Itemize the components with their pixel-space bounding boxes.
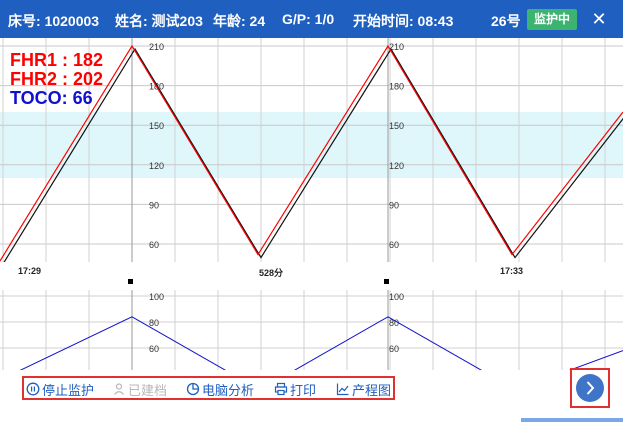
fhr-axis-label: 90: [149, 200, 159, 210]
gravida-para: G/P: 1/0: [282, 11, 335, 27]
toco-axis-label: 60: [389, 344, 399, 354]
archived-label: 已建档: [128, 382, 168, 398]
toco-value: TOCO: 66: [10, 88, 93, 108]
fhr-axis-label: 210: [149, 42, 164, 52]
toco-axis-label: 80: [149, 318, 159, 328]
bed-index: 26号: [491, 13, 521, 29]
fhr-axis-label: 150: [149, 121, 164, 131]
chevron-right-icon: [586, 381, 595, 395]
event-marker: [384, 279, 389, 284]
partogram-button[interactable]: 产程图: [336, 380, 391, 398]
fetal-monitor-app: 床号: 1020003 姓名: 测试203 年龄: 24 G/P: 1/0 开始…: [0, 0, 623, 422]
status-badge: 监护中: [527, 9, 577, 30]
header-bar: 床号: 1020003 姓名: 测试203 年龄: 24 G/P: 1/0 开始…: [0, 0, 623, 38]
pie-chart-icon: [186, 382, 200, 396]
print-label: 打印: [290, 382, 317, 398]
fhr-axis-label: 60: [149, 240, 159, 250]
time-strip: [0, 262, 623, 290]
line-chart-icon: [336, 383, 349, 396]
fhr-axis-label: 150: [389, 121, 404, 131]
start-time: 开始时间: 08:43: [353, 13, 454, 29]
time-label-left: 17:29: [18, 266, 42, 276]
toco-axis-label: 60: [149, 344, 159, 354]
time-label-center: 528分: [259, 268, 284, 278]
toco-trace: [19, 316, 623, 370]
fhr-axis-label: 60: [389, 240, 399, 250]
toco-chart-svg: 100100808060604040: [0, 290, 623, 370]
scroll-progress: [521, 418, 623, 422]
computer-analysis-label: 电脑分析: [202, 382, 255, 398]
computer-analysis-button[interactable]: 电脑分析: [186, 380, 254, 398]
event-marker: [128, 279, 133, 284]
action-toolbar: 停止监护 已建档 电脑分析 打印 产程图: [22, 376, 395, 400]
toco-axis-label: 80: [389, 318, 399, 328]
patient-age: 年龄: 24: [213, 13, 266, 29]
partogram-label: 产程图: [352, 382, 392, 398]
toco-chart: 100100808060604040: [0, 290, 623, 370]
stop-monitoring-button[interactable]: 停止监护: [26, 380, 94, 398]
fhr-axis-label: 120: [149, 161, 164, 171]
fhr-axis-label: 120: [389, 161, 404, 171]
toco-axis-label: 100: [149, 292, 164, 302]
fhr2-value: FHR2 : 202: [10, 69, 104, 89]
fhr1-value: FHR1 : 182: [10, 50, 104, 70]
print-button[interactable]: 打印: [274, 380, 316, 398]
user-icon: [114, 383, 124, 395]
pause-circle-icon: [26, 382, 40, 396]
next-button[interactable]: [576, 374, 604, 402]
bed-number: 床号: 1020003: [8, 13, 100, 29]
time-label-right: 17:33: [500, 266, 524, 276]
fhr-axis-label: 180: [389, 82, 404, 92]
printer-icon: [274, 382, 288, 396]
toco-axis-label: 100: [389, 292, 404, 302]
patient-name: 姓名: 测试203: [115, 13, 203, 29]
next-button-frame: [570, 368, 610, 408]
fhr-axis-label: 90: [389, 200, 399, 210]
close-icon[interactable]: ✕: [589, 9, 609, 29]
stop-monitoring-label: 停止监护: [42, 382, 95, 398]
archived-button[interactable]: 已建档: [112, 380, 167, 398]
